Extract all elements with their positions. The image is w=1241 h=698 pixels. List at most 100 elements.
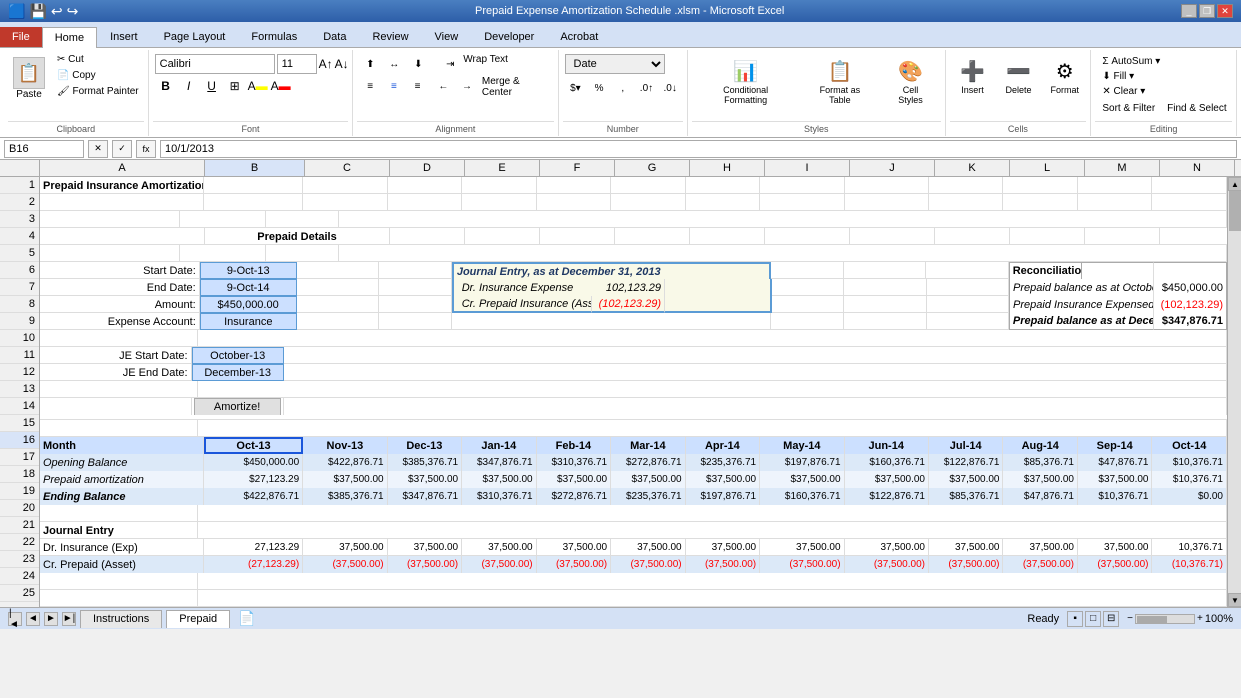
insert-button[interactable]: ➕ Insert [952,54,994,119]
cell-i8[interactable] [844,296,926,313]
cell-e17[interactable]: $347,876.71 [462,454,537,471]
cell-a11[interactable]: JE Start Date: [40,347,192,364]
bold-button[interactable]: B [155,76,177,96]
format-painter-button[interactable]: 🖌 Format Painter [52,84,144,99]
cell-g17[interactable]: $272,876.71 [611,454,686,471]
cell-i2[interactable] [760,194,844,211]
cell-m1[interactable] [1078,177,1153,194]
cell-i1[interactable] [760,177,844,194]
cell-rest-15[interactable] [198,420,1227,437]
delete-button[interactable]: ➖ Delete [998,54,1040,119]
cell-b5[interactable] [180,245,266,262]
cell-d7[interactable] [379,279,452,296]
cell-c1[interactable] [303,177,387,194]
cell-a20[interactable] [40,505,198,522]
cell-k23[interactable]: (37,500.00) [929,556,1004,573]
cell-m19[interactable]: $10,376.71 [1078,488,1153,505]
format-button[interactable]: ⚙ Format [1044,54,1087,119]
font-grow-icon[interactable]: A↑ [319,57,333,71]
cell-i23[interactable]: (37,500.00) [760,556,844,573]
cell-i22[interactable]: 37,500.00 [760,539,844,556]
cell-j8[interactable] [927,296,1009,313]
cell-g2[interactable] [611,194,686,211]
cell-l1[interactable] [1003,177,1078,194]
sheet-nav-last[interactable]: ►| [62,612,76,626]
cell-m2[interactable] [1078,194,1153,211]
cell-n1[interactable] [1152,177,1227,194]
cell-a15[interactable] [40,420,198,437]
zoom-in-button[interactable]: + [1197,613,1203,624]
cell-c16[interactable]: Nov-13 [303,437,387,454]
cell-i19[interactable]: $160,376.71 [760,488,844,505]
cell-e19[interactable]: $310,376.71 [462,488,537,505]
cell-m22[interactable]: 37,500.00 [1078,539,1153,556]
cell-l23[interactable]: (37,500.00) [1003,556,1078,573]
cell-b12[interactable]: December-13 [192,364,284,381]
scroll-thumb[interactable] [1229,191,1241,231]
find-select-button[interactable]: Find & Select [1162,101,1231,116]
cell-e16[interactable]: Jan-14 [462,437,537,454]
cell-d16[interactable]: Dec-13 [388,437,463,454]
comma-button[interactable]: , [612,78,634,98]
zoom-out-button[interactable]: − [1127,613,1133,624]
restore-button[interactable]: ❐ [1199,4,1215,18]
cell-rest-11[interactable] [284,347,1227,364]
cell-f23[interactable]: (37,500.00) [537,556,612,573]
cell-i17[interactable]: $197,876.71 [760,454,844,471]
col-header-n[interactable]: N [1160,160,1235,176]
cell-j17[interactable]: $160,376.71 [845,454,929,471]
cell-a25[interactable] [40,590,198,607]
fill-button[interactable]: ⬇ Fill ▾ [1097,69,1230,84]
col-header-b[interactable]: B [205,160,305,176]
cell-rest-25[interactable] [198,590,1227,607]
cell-c18[interactable]: $37,500.00 [303,471,387,488]
cell-k4[interactable] [935,228,1010,245]
cell-c23[interactable]: (37,500.00) [303,556,387,573]
cell-a24[interactable] [40,573,198,590]
cell-a12[interactable]: JE End Date: [40,364,192,381]
sheet-tab-prepaid[interactable]: Prepaid [166,610,230,628]
cell-rest-12[interactable] [284,364,1227,381]
cell-g4[interactable] [615,228,690,245]
cell-h8[interactable] [772,296,845,313]
align-bottom-button[interactable]: ⬇ [407,54,429,74]
col-header-j[interactable]: J [850,160,935,176]
cell-g19[interactable]: $235,376.71 [611,488,686,505]
cell-m17[interactable]: $47,876.71 [1078,454,1153,471]
cell-c8[interactable] [297,296,379,313]
sheet-nav-next[interactable]: ► [44,612,58,626]
cell-a22[interactable]: Dr. Insurance (Exp) [40,539,204,556]
tab-developer[interactable]: Developer [471,26,547,47]
cell-k18[interactable]: $37,500.00 [929,471,1004,488]
cell-b23[interactable]: (27,123.29) [204,556,303,573]
align-left-button[interactable]: ≡ [359,76,381,96]
decimal-inc-button[interactable]: .0↑ [636,78,658,98]
cell-l18[interactable]: $37,500.00 [1003,471,1078,488]
cell-rest-13[interactable] [198,381,1227,398]
tab-insert[interactable]: Insert [97,26,151,47]
cell-a6[interactable]: Start Date: [40,262,200,279]
cell-b8[interactable]: $450,000.00 [200,296,297,313]
cell-n2[interactable] [1152,194,1227,211]
formula-confirm-icon[interactable]: ✓ [112,140,132,158]
sheet-tab-instructions[interactable]: Instructions [80,610,162,628]
sort-filter-button[interactable]: Sort & Filter [1097,101,1160,116]
cell-h19[interactable]: $197,876.71 [686,488,761,505]
clear-button[interactable]: ✕ Clear ▾ [1097,84,1230,99]
cell-n23[interactable]: (10,376.71) [1152,556,1227,573]
cell-b19[interactable]: $422,876.71 [204,488,303,505]
cell-h2[interactable] [686,194,761,211]
wrap-text-button[interactable]: ⇥ [439,54,461,74]
cell-b6[interactable]: 9-Oct-13 [200,262,297,279]
cell-i7[interactable] [844,279,926,296]
window-controls[interactable]: _ ❐ ✕ [1181,4,1233,18]
cell-i9[interactable] [844,313,926,330]
cell-e18[interactable]: $37,500.00 [462,471,537,488]
cell-h17[interactable]: $235,376.71 [686,454,761,471]
cell-rest-24[interactable] [198,573,1227,590]
cell-a18[interactable]: Prepaid amortization [40,471,204,488]
cell-f1[interactable] [537,177,612,194]
font-color-button[interactable]: A▬ [270,76,292,96]
cell-b22[interactable]: 27,123.29 [204,539,303,556]
merge-center-button[interactable]: Merge & Center [482,76,552,98]
